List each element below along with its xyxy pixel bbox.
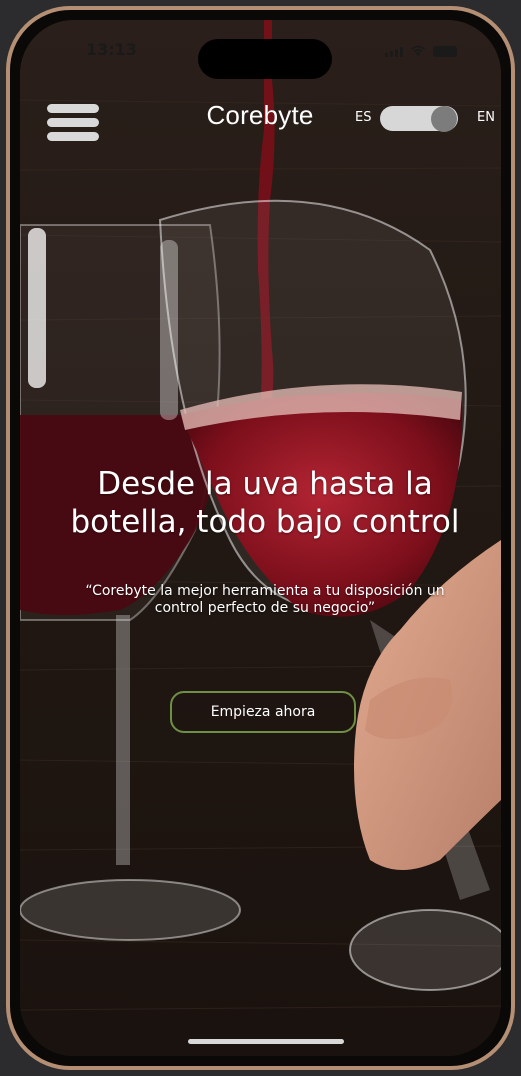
start-now-button[interactable]: Empieza ahora (170, 691, 356, 733)
language-label-en: EN (477, 110, 495, 125)
top-nav: Corebyte ES EN (20, 90, 501, 146)
language-toggle-knob (431, 106, 457, 132)
language-label-es: ES (355, 110, 372, 125)
cellular-signal-icon (385, 47, 403, 57)
hamburger-menu-icon[interactable] (47, 104, 99, 142)
phone-frame: 13:13 Corebyte ES EN Desde la uva hasta … (6, 6, 515, 1070)
brand-logo-text: Corebyte (206, 100, 314, 130)
status-time: 13:13 (86, 40, 137, 59)
battery-icon (433, 46, 457, 57)
hero-title-line-2: botella, todo bajo control (70, 504, 460, 540)
hero-title: Desde la uva hasta la botella, todo bajo… (30, 465, 500, 541)
hero-quote-line-2: control perfecto de su negocio” (154, 600, 376, 616)
home-indicator[interactable] (188, 1039, 344, 1044)
wifi-icon (410, 45, 426, 57)
dynamic-island (198, 39, 332, 79)
language-toggle[interactable] (380, 106, 458, 132)
status-icons (385, 45, 457, 57)
app-screen: 13:13 Corebyte ES EN Desde la uva hasta … (20, 20, 501, 1056)
hero-title-line-1: Desde la uva hasta la (97, 466, 433, 502)
hero-quote-line-1: “Corebyte la mejor herramienta a tu disp… (85, 583, 445, 599)
status-bar: 13:13 (20, 20, 501, 80)
hero-quote: “Corebyte la mejor herramienta a tu disp… (28, 583, 501, 617)
